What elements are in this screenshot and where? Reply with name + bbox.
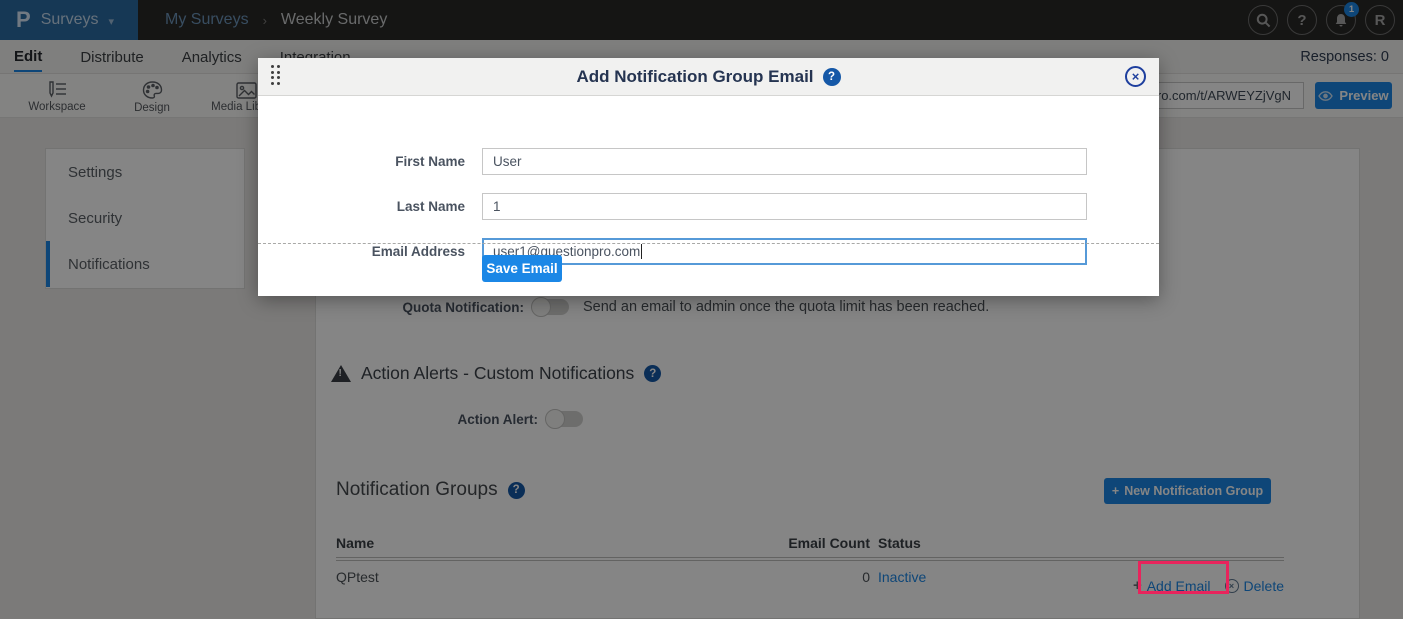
last-name-field[interactable] [482,193,1087,220]
add-email-highlight-box [1138,561,1229,594]
close-icon[interactable]: × [1125,66,1146,87]
modal-title-wrap: Add Notification Group Email ? [258,58,1159,96]
last-name-label: Last Name [258,193,465,220]
first-name-field[interactable] [482,148,1087,175]
last-name-row: Last Name [258,193,1159,220]
first-name-label: First Name [258,148,465,175]
text-cursor [641,244,642,259]
add-notification-group-email-modal: Add Notification Group Email ? × First N… [258,58,1159,296]
modal-header: Add Notification Group Email ? × [258,58,1159,96]
modal-title: Add Notification Group Email [576,67,813,87]
help-icon[interactable]: ? [823,68,841,86]
modal-separator [258,243,1159,244]
first-name-row: First Name [258,148,1159,175]
save-email-button[interactable]: Save Email [482,255,562,282]
app-window: P Surveys ▾ My Surveys › Weekly Survey ?… [0,0,1403,619]
